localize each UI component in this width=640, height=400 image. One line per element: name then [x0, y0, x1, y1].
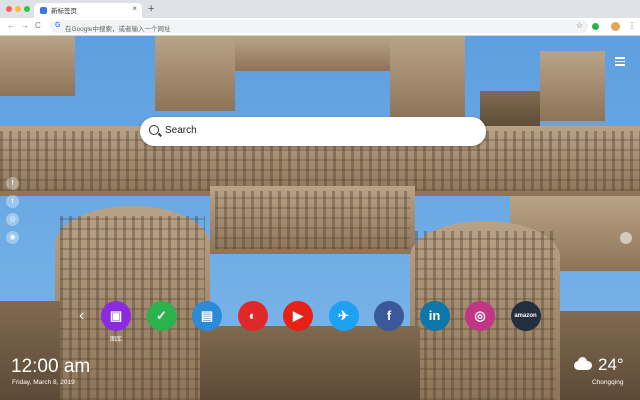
camera-icon[interactable]: ◉	[6, 231, 19, 244]
app-instagram-button[interactable]: ◎	[465, 301, 495, 331]
new-tab-button[interactable]: +	[148, 3, 154, 15]
close-window-button[interactable]	[6, 6, 12, 12]
app-label-gallery: 图库	[109, 337, 122, 343]
reload-button[interactable]: C	[35, 21, 41, 30]
app-amazon-button[interactable]: amazon	[510, 301, 541, 331]
address-bar[interactable]: G 在Google中搜索，或者输入一个网址 ☆	[50, 20, 588, 33]
minimize-window-button[interactable]	[15, 6, 21, 12]
google-icon: G	[55, 22, 61, 29]
bird-icon: ✈	[338, 308, 349, 323]
maximize-window-button[interactable]	[24, 6, 30, 12]
weather-temperature: 24°	[598, 355, 624, 374]
tab-strip: 新标签页 × +	[0, 0, 640, 18]
facebook-icon[interactable]: f	[6, 177, 19, 190]
app-youtube-button[interactable]: ▶	[283, 301, 313, 331]
app-twitter-button[interactable]: ✈	[328, 301, 359, 331]
search-input[interactable]: Search	[165, 125, 197, 136]
notepad-icon: ▤	[200, 308, 214, 323]
address-bar-placeholder: 在Google中搜索，或者输入一个网址	[65, 26, 171, 33]
search-box[interactable]: Search	[140, 117, 486, 146]
tab-title: 新标签页	[51, 8, 77, 15]
camera-icon: ◎	[474, 308, 486, 323]
cloud-icon	[574, 357, 592, 370]
hamburger-menu-icon[interactable]	[615, 57, 625, 68]
forward-button[interactable]: →	[21, 21, 29, 30]
app-notes-button[interactable]: ▤	[192, 301, 222, 331]
profile-avatar[interactable]	[611, 22, 620, 31]
app-paint-button[interactable]: ◐	[237, 301, 268, 331]
app-facebook-button[interactable]: f	[374, 301, 404, 331]
app-gallery-button[interactable]: ▣	[101, 301, 131, 331]
image-icon: ▣	[109, 308, 123, 323]
app-tasks-button[interactable]: ✓	[146, 301, 177, 331]
twitter-icon[interactable]: t	[6, 195, 19, 208]
palette-icon: ◐	[248, 308, 257, 323]
play-icon: ▶	[293, 308, 303, 323]
apps-prev-arrow-icon[interactable]: ‹	[79, 307, 84, 325]
bookmark-star-icon[interactable]: ☆	[576, 21, 583, 30]
new-tab-favicon-icon	[40, 7, 47, 14]
browser-toolbar: ← → C G 在Google中搜索，或者输入一个网址 ☆	[0, 18, 640, 36]
in-icon: in	[428, 308, 441, 323]
snapchat-icon[interactable]: ◎	[6, 213, 19, 226]
back-button[interactable]: ←	[7, 21, 15, 30]
background-photo	[0, 36, 640, 400]
side-panel-toggle[interactable]	[620, 232, 632, 244]
weather-city: Chongqing	[592, 379, 624, 386]
tab-close-button[interactable]: ×	[132, 4, 137, 13]
search-icon	[149, 125, 159, 135]
clock-date: Friday, March 8, 2019	[12, 379, 75, 386]
clock-time: 12:00 am	[11, 356, 91, 377]
extension-icon[interactable]	[592, 23, 599, 30]
amazon-wordmark: amazon	[514, 313, 537, 319]
active-tab[interactable]: 新标签页 ×	[34, 3, 142, 18]
check-icon: ✓	[156, 308, 167, 323]
app-linkedin-button[interactable]: in	[419, 301, 450, 331]
f-icon: f	[386, 308, 392, 323]
chrome-menu-icon[interactable]: ⋮	[628, 21, 636, 30]
